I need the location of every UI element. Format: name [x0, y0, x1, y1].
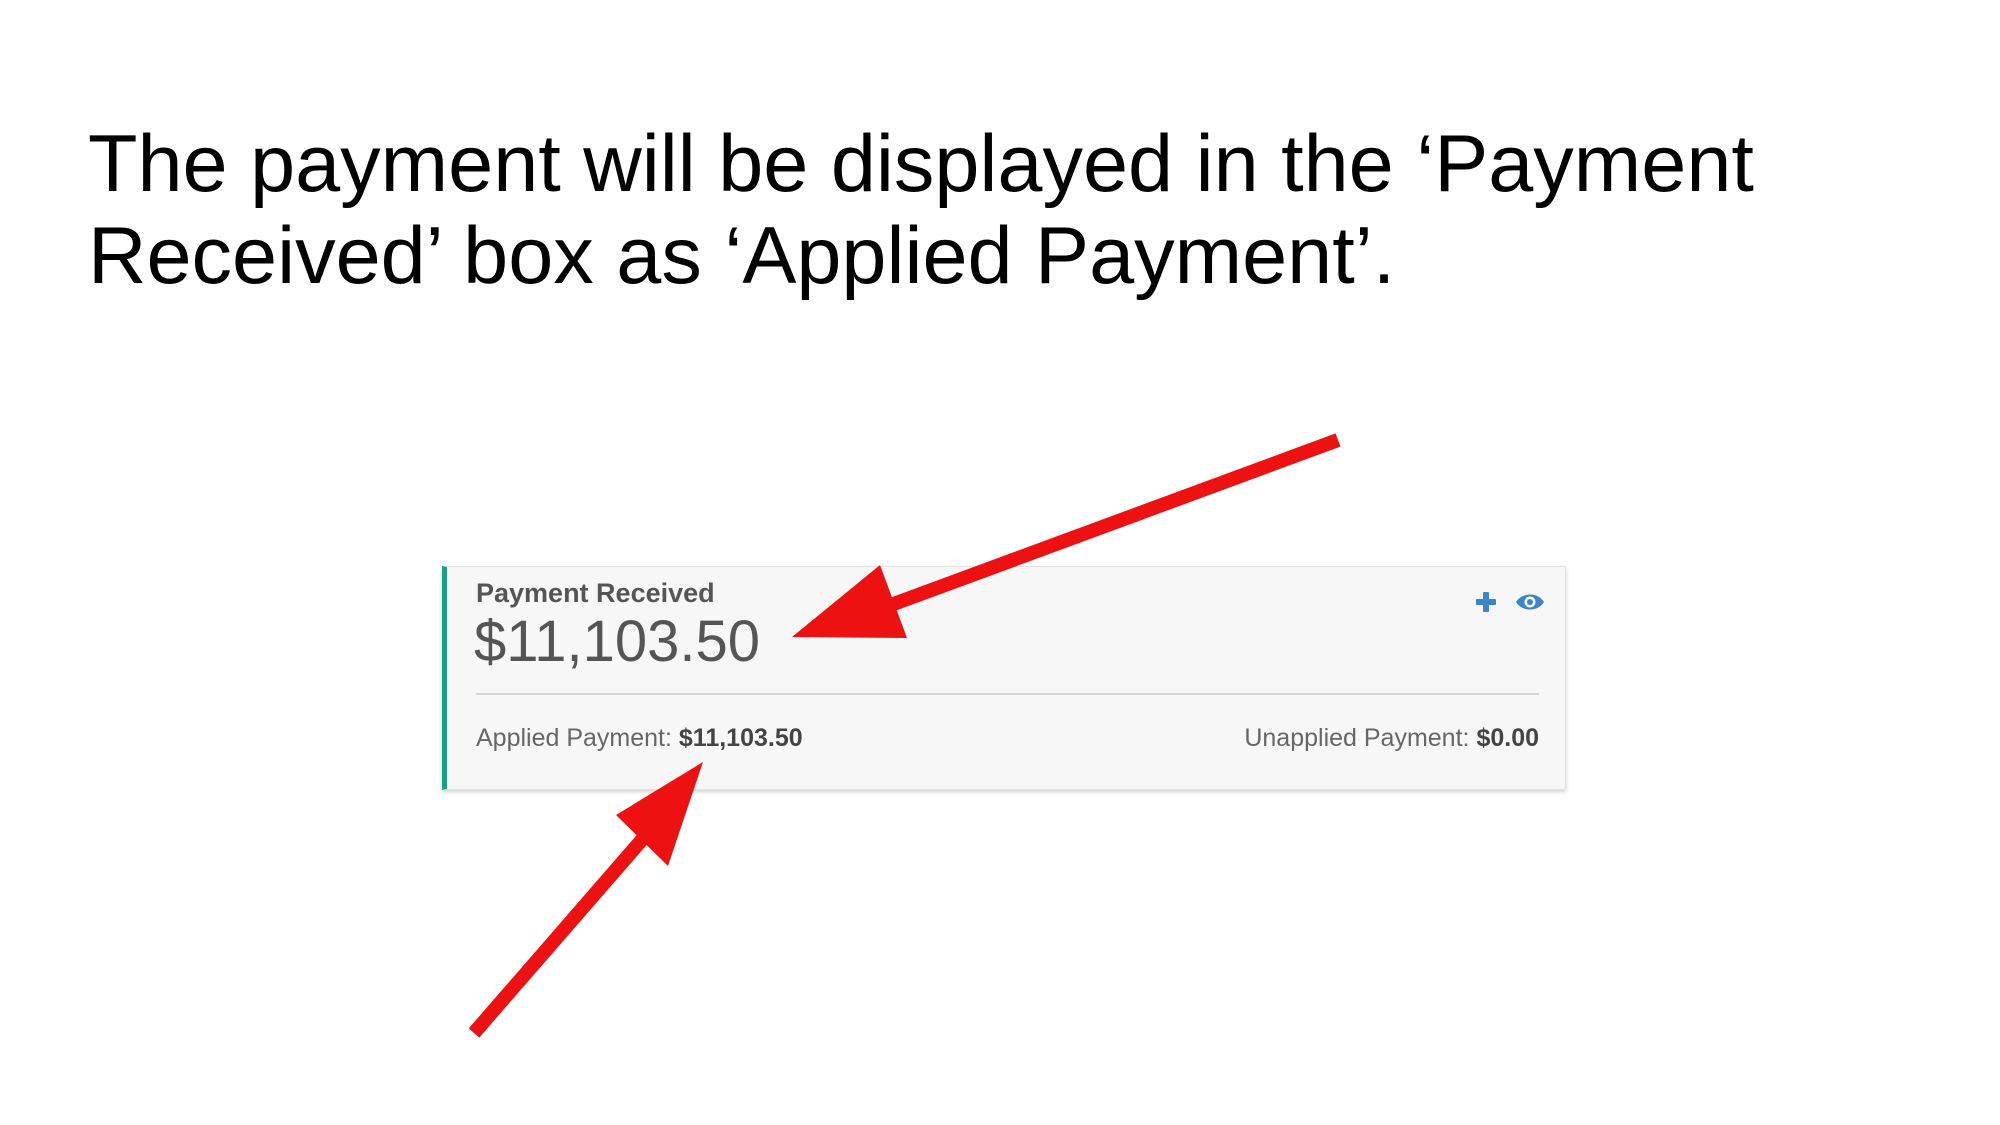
- payment-amount: $11,103.50: [474, 609, 760, 674]
- applied-payment-label: Applied Payment:: [476, 724, 672, 752]
- plus-icon[interactable]: [1471, 587, 1501, 617]
- unapplied-payment-label: Unapplied Payment:: [1244, 724, 1470, 752]
- unapplied-payment: Unapplied Payment: $0.00: [1244, 724, 1539, 753]
- unapplied-payment-value: $0.00: [1476, 724, 1539, 752]
- card-actions: [1471, 587, 1545, 617]
- arrow-to-applied-payment: [468, 762, 703, 1038]
- eye-icon[interactable]: [1515, 587, 1545, 617]
- card-footer: Applied Payment: $11,103.50 Unapplied Pa…: [476, 724, 1539, 753]
- applied-payment: Applied Payment: $11,103.50: [476, 724, 803, 753]
- card-title: Payment Received: [476, 578, 715, 608]
- applied-payment-value: $11,103.50: [678, 724, 803, 752]
- card-divider: [476, 693, 1539, 695]
- slide-title: The payment will be displayed in the ‘Pa…: [88, 119, 1754, 301]
- payment-received-card: Payment Received $11,103.50 Applied Paym…: [442, 566, 1566, 790]
